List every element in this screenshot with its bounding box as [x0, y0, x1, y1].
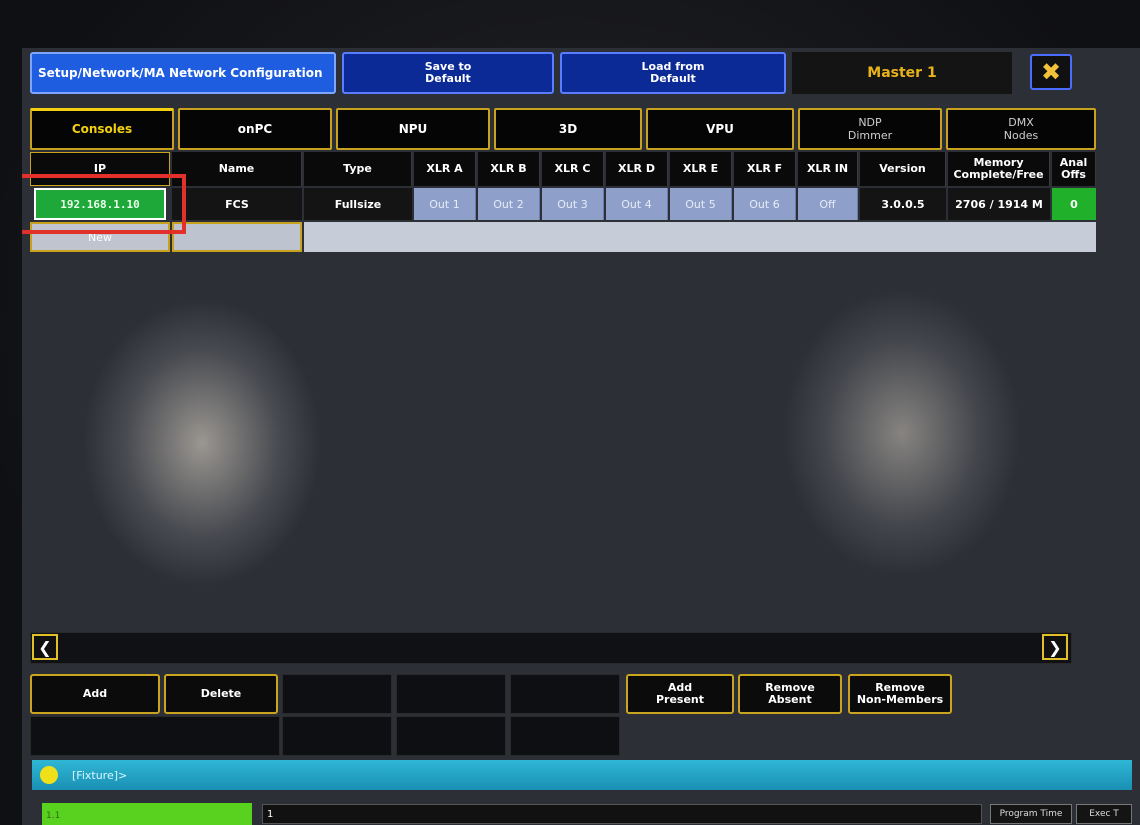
header-analog-offset[interactable]: Anal Offs: [1052, 152, 1096, 186]
header-version[interactable]: Version: [860, 152, 946, 186]
memory-cell[interactable]: 2706 / 1914 M: [948, 188, 1050, 220]
xlr-b-cell[interactable]: Out 2: [478, 188, 540, 220]
tab-3d[interactable]: 3D: [494, 108, 642, 150]
xlr-f-cell[interactable]: Out 6: [734, 188, 796, 220]
status-indicator: 1.1: [42, 803, 252, 825]
new-row-name[interactable]: [172, 222, 302, 252]
master-label: Master 1: [792, 52, 1012, 94]
tab-onpc[interactable]: onPC: [178, 108, 332, 150]
header-xlr-b[interactable]: XLR B: [478, 152, 540, 186]
remove-absent-button[interactable]: Remove Absent: [738, 674, 842, 714]
header-xlr-in[interactable]: XLR IN: [798, 152, 858, 186]
save-to-default-button[interactable]: Save to Default: [342, 52, 554, 94]
add-present-button[interactable]: Add Present: [626, 674, 734, 714]
xlr-a-cell[interactable]: Out 1: [414, 188, 476, 220]
empty-slot: [282, 716, 392, 756]
window-title: Setup/Network/MA Network Configuration: [30, 52, 336, 94]
empty-slot: [510, 716, 620, 756]
add-button[interactable]: Add: [30, 674, 160, 714]
screen-glare-left: [82, 298, 322, 588]
status-code: 1.1: [46, 811, 61, 821]
xlr-e-cell[interactable]: Out 5: [670, 188, 732, 220]
close-icon[interactable]: ✖: [1030, 54, 1072, 90]
version-cell[interactable]: 3.0.0.5: [860, 188, 946, 220]
header-xlr-d[interactable]: XLR D: [606, 152, 668, 186]
exec-time-button[interactable]: Exec T: [1076, 804, 1132, 824]
name-cell[interactable]: FCS: [172, 188, 302, 220]
xlr-in-cell[interactable]: Off: [798, 188, 858, 220]
header-type[interactable]: Type: [304, 152, 412, 186]
horizontal-scrollbar[interactable]: [30, 632, 1072, 664]
empty-slot: [396, 716, 506, 756]
type-cell[interactable]: Fullsize: [304, 188, 412, 220]
header-xlr-f[interactable]: XLR F: [734, 152, 796, 186]
delete-button[interactable]: Delete: [164, 674, 278, 714]
tab-vpu[interactable]: VPU: [646, 108, 794, 150]
scroll-left-icon[interactable]: ❮: [32, 634, 58, 660]
tab-consoles[interactable]: Consoles: [30, 108, 174, 150]
new-row-fields[interactable]: [304, 222, 1096, 252]
scroll-right-icon[interactable]: ❯: [1042, 634, 1068, 660]
xlr-d-cell[interactable]: Out 4: [606, 188, 668, 220]
remove-non-members-button[interactable]: Remove Non-Members: [848, 674, 952, 714]
header-xlr-a[interactable]: XLR A: [414, 152, 476, 186]
header-memory[interactable]: Memory Complete/Free: [948, 152, 1050, 186]
analog-offset-cell[interactable]: 0: [1052, 188, 1096, 220]
empty-slot: [510, 674, 620, 714]
tab-npu[interactable]: NPU: [336, 108, 490, 150]
highlight-box: [22, 174, 186, 234]
header-name[interactable]: Name: [172, 152, 302, 186]
empty-slot: [30, 716, 280, 756]
xlr-c-cell[interactable]: Out 3: [542, 188, 604, 220]
tab-ndp-dimmer[interactable]: NDP Dimmer: [798, 108, 942, 150]
empty-slot: [396, 674, 506, 714]
tab-dmx-nodes[interactable]: DMX Nodes: [946, 108, 1096, 150]
header-xlr-c[interactable]: XLR C: [542, 152, 604, 186]
header-xlr-e[interactable]: XLR E: [670, 152, 732, 186]
status-led-icon: [40, 766, 58, 784]
console-screen: Setup/Network/MA Network Configuration S…: [22, 48, 1140, 825]
empty-slot: [282, 674, 392, 714]
command-input[interactable]: 1: [262, 804, 982, 824]
program-time-button[interactable]: Program Time: [990, 804, 1072, 824]
screen-glare-right: [782, 288, 1022, 578]
load-from-default-button[interactable]: Load from Default: [560, 52, 786, 94]
command-line[interactable]: [Fixture]>: [32, 760, 1132, 790]
